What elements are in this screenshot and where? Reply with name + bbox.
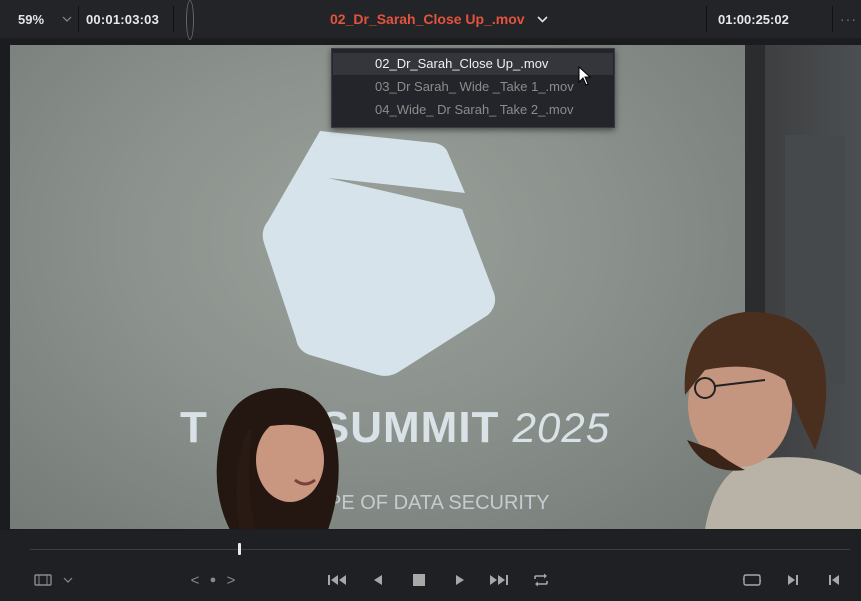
viewer-toolbar: 59% 00:01:03:03 02_Dr_Sarah_Close Up_.mo… bbox=[0, 0, 861, 40]
clip-position-dot[interactable]: ● bbox=[205, 568, 221, 592]
next-clip-button[interactable]: > bbox=[224, 568, 238, 592]
playback-mode-button[interactable] bbox=[740, 568, 764, 592]
zoom-level[interactable]: 59% bbox=[18, 0, 44, 38]
next-edit-button[interactable] bbox=[784, 568, 802, 592]
divider bbox=[173, 6, 174, 32]
woman-figure bbox=[216, 388, 339, 529]
frame-subtitle: PE OF DATA SECURITY bbox=[328, 492, 550, 514]
display-mode-button[interactable] bbox=[30, 568, 56, 592]
playhead[interactable] bbox=[237, 543, 241, 555]
clip-menu-item[interactable]: 02_Dr_Sarah_Close Up_.mov bbox=[333, 53, 613, 75]
play-button[interactable] bbox=[450, 568, 470, 592]
transport-bar bbox=[0, 530, 861, 601]
zoom-dropdown[interactable] bbox=[58, 0, 76, 38]
clip-name-selector[interactable]: 02_Dr_Sarah_Close Up_.mov bbox=[330, 0, 525, 38]
stop-button[interactable] bbox=[408, 568, 430, 592]
prev-clip-button[interactable]: < bbox=[188, 568, 202, 592]
summit-logo bbox=[262, 131, 496, 376]
mouse-pointer-icon bbox=[578, 66, 592, 86]
divider bbox=[706, 6, 707, 32]
chevron-down-icon bbox=[62, 16, 72, 22]
step-back-button[interactable] bbox=[368, 568, 388, 592]
display-mode-icon bbox=[34, 574, 52, 586]
scrubber-track[interactable] bbox=[30, 549, 850, 550]
prev-edit-icon bbox=[829, 575, 839, 585]
go-to-last-frame-icon bbox=[490, 575, 508, 585]
record-timecode[interactable]: 01:00:25:02 bbox=[718, 0, 789, 38]
clip-menu-item[interactable]: 04_Wide_ Dr Sarah_ Take 2_.mov bbox=[333, 99, 613, 121]
clip-dropdown-toggle[interactable] bbox=[534, 0, 550, 38]
chevron-down-icon bbox=[536, 15, 548, 23]
loop-icon bbox=[534, 573, 548, 587]
clip-menu-item[interactable]: 03_Dr Sarah_ Wide _Take 1_.mov bbox=[333, 76, 613, 98]
more-options-icon[interactable]: ··· bbox=[840, 0, 857, 38]
next-edit-icon bbox=[788, 575, 798, 585]
stop-icon bbox=[413, 574, 425, 586]
marker-dot-icon bbox=[186, 0, 194, 40]
loop-button[interactable] bbox=[530, 568, 552, 592]
chevron-down-icon bbox=[63, 577, 73, 583]
prev-edit-button[interactable] bbox=[826, 568, 842, 592]
step-back-icon bbox=[374, 575, 382, 585]
display-mode-dropdown[interactable] bbox=[60, 568, 76, 592]
divider bbox=[78, 6, 79, 32]
clip-menu: 02_Dr_Sarah_Close Up_.mov 03_Dr Sarah_ W… bbox=[331, 48, 615, 128]
frame-title-year: 2025 bbox=[512, 404, 611, 451]
man-figure bbox=[684, 311, 861, 529]
play-icon bbox=[456, 575, 464, 585]
divider bbox=[832, 6, 833, 32]
go-to-first-frame-icon bbox=[328, 575, 346, 585]
source-timecode[interactable]: 00:01:03:03 bbox=[86, 0, 159, 38]
go-to-first-frame-button[interactable] bbox=[325, 568, 349, 592]
go-to-last-frame-button[interactable] bbox=[487, 568, 511, 592]
playback-mode-icon bbox=[743, 574, 761, 586]
